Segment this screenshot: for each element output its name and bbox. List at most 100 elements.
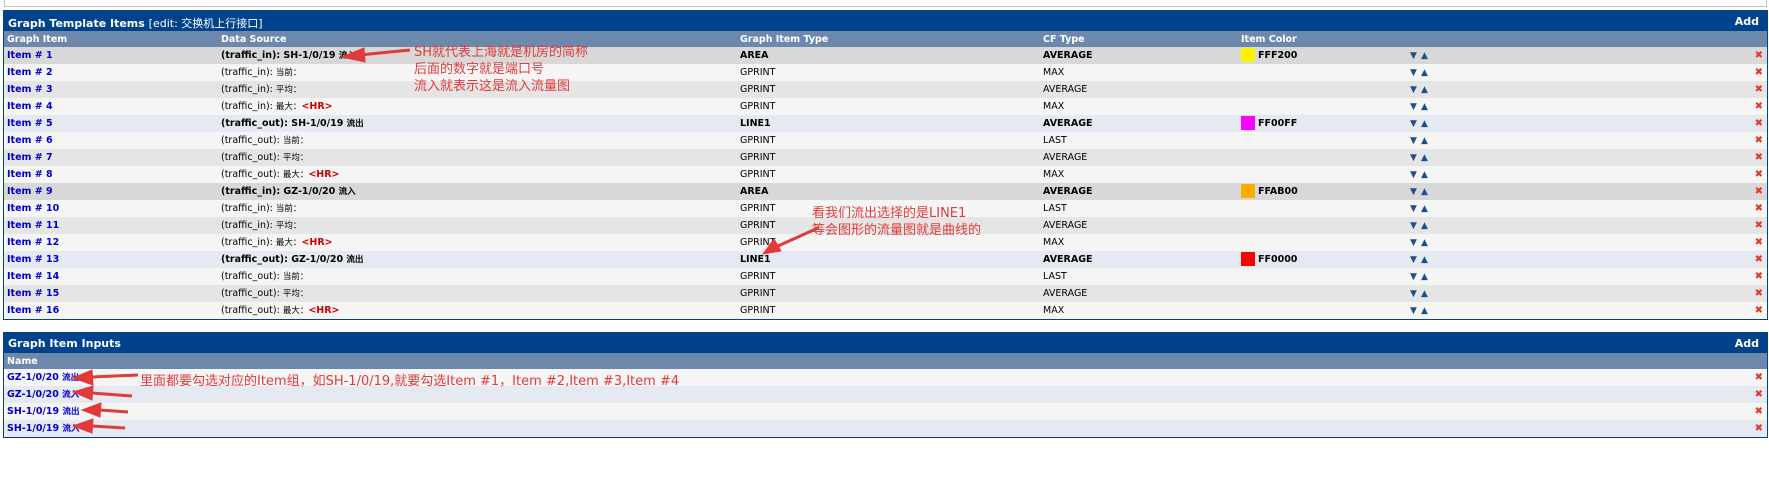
delete-x-icon[interactable]: ✖ (1755, 64, 1763, 81)
delete-x-icon[interactable]: ✖ (1755, 149, 1763, 166)
arrow-down-icon[interactable]: ▼ (1408, 184, 1419, 201)
delete-x-icon[interactable]: ✖ (1755, 200, 1763, 217)
arrow-down-icon[interactable]: ▼ (1408, 82, 1419, 99)
arrow-down-icon[interactable]: ▼ (1408, 65, 1419, 82)
data-source-suffix: 平均： (282, 289, 309, 299)
delete-x-icon[interactable]: ✖ (1755, 47, 1763, 64)
item-link[interactable]: Item # 4 (7, 98, 53, 115)
arrow-down-icon[interactable]: ▼ (1408, 150, 1419, 167)
arrow-down-icon[interactable]: ▼ (1408, 269, 1419, 286)
data-source: (traffic_in): 当前： (221, 200, 301, 218)
delete-x-icon[interactable]: ✖ (1755, 217, 1763, 234)
delete-x-icon[interactable]: ✖ (1755, 115, 1763, 132)
arrow-down-icon[interactable]: ▼ (1408, 48, 1419, 65)
arrow-down-icon[interactable]: ▼ (1408, 99, 1419, 116)
item-link[interactable]: Item # 9 (7, 183, 53, 200)
input-name-link[interactable]: GZ-1/0/20 流出 (7, 369, 79, 387)
data-source-suffix: 当前： (282, 136, 309, 146)
add-item-button[interactable]: Add (1735, 15, 1759, 28)
item-link[interactable]: Item # 12 (7, 234, 59, 251)
data-source: (traffic_out): GZ-1/0/20 流出 (221, 251, 363, 269)
arrow-up-icon[interactable]: ▲ (1419, 184, 1430, 201)
delete-x-icon[interactable]: ✖ (1755, 420, 1763, 437)
item-link[interactable]: Item # 7 (7, 149, 53, 166)
data-source-suffix: 最大： (282, 306, 309, 316)
items-table-body: Item # 1 (traffic_in): SH-1/0/19 流入 AREA AV… (4, 47, 1767, 319)
data-source: (traffic_out): SH-1/0/19 流出 (221, 115, 364, 133)
input-name: SH-1/0/19 (7, 406, 60, 417)
arrow-down-icon[interactable]: ▼ (1408, 252, 1419, 269)
arrow-up-icon[interactable]: ▲ (1419, 82, 1430, 99)
data-source-name: (traffic_out): (221, 305, 280, 316)
delete-x-icon[interactable]: ✖ (1755, 369, 1763, 386)
arrow-up-icon[interactable]: ▲ (1419, 133, 1430, 150)
delete-x-icon[interactable]: ✖ (1755, 251, 1763, 268)
arrow-up-icon[interactable]: ▲ (1419, 252, 1430, 269)
data-source-suffix: 流出 (346, 119, 364, 129)
arrow-up-icon[interactable]: ▲ (1419, 116, 1430, 133)
cf-type: MAX (1043, 237, 1065, 248)
delete-x-icon[interactable]: ✖ (1755, 403, 1763, 420)
arrow-down-icon[interactable]: ▼ (1408, 133, 1419, 150)
delete-x-icon[interactable]: ✖ (1755, 302, 1763, 319)
graph-item-type: GPRINT (740, 237, 776, 248)
arrow-up-icon[interactable]: ▲ (1419, 269, 1430, 286)
arrow-up-icon[interactable]: ▲ (1419, 65, 1430, 82)
graph-item-type: GPRINT (740, 305, 776, 316)
item-link[interactable]: Item # 16 (7, 302, 59, 319)
arrow-up-icon[interactable]: ▲ (1419, 286, 1430, 303)
item-link[interactable]: Item # 11 (7, 217, 59, 234)
arrow-down-icon[interactable]: ▼ (1408, 286, 1419, 303)
data-source: (traffic_out): 平均： (221, 149, 308, 167)
input-name-link[interactable]: SH-1/0/19 流入 (7, 420, 79, 438)
graph-item-type: GPRINT (740, 135, 776, 146)
arrow-up-icon[interactable]: ▲ (1419, 235, 1430, 252)
delete-x-icon[interactable]: ✖ (1755, 81, 1763, 98)
item-link[interactable]: Item # 13 (7, 251, 59, 268)
input-name-link[interactable]: GZ-1/0/20 流入 (7, 386, 79, 404)
item-link[interactable]: Item # 8 (7, 166, 53, 183)
arrow-up-icon[interactable]: ▲ (1419, 303, 1430, 320)
item-link[interactable]: Item # 10 (7, 200, 59, 217)
arrow-down-icon[interactable]: ▼ (1408, 235, 1419, 252)
add-input-button[interactable]: Add (1735, 337, 1759, 350)
table-row: Item # 8 (traffic_out): 最大：<HR> GPRINT MAX ▼… (4, 166, 1767, 183)
move-controls: ▼ ▲ (1408, 268, 1430, 286)
input-name-link[interactable]: SH-1/0/19 流出 (7, 403, 79, 421)
arrow-down-icon[interactable]: ▼ (1408, 303, 1419, 320)
item-link[interactable]: Item # 3 (7, 81, 53, 98)
arrow-up-icon[interactable]: ▲ (1419, 167, 1430, 184)
delete-x-icon[interactable]: ✖ (1755, 268, 1763, 285)
item-link[interactable]: Item # 5 (7, 115, 53, 132)
item-link[interactable]: Item # 1 (7, 47, 53, 64)
col-data-source: Data Source (221, 34, 287, 45)
arrow-up-icon[interactable]: ▲ (1419, 218, 1430, 235)
arrow-up-icon[interactable]: ▲ (1419, 48, 1430, 65)
color-hex: FFAB00 (1258, 186, 1298, 197)
delete-x-icon[interactable]: ✖ (1755, 183, 1763, 200)
col-name: Name (7, 356, 38, 367)
arrow-down-icon[interactable]: ▼ (1408, 167, 1419, 184)
move-controls: ▼ ▲ (1408, 200, 1430, 218)
item-link[interactable]: Item # 6 (7, 132, 53, 149)
arrow-up-icon[interactable]: ▲ (1419, 150, 1430, 167)
arrow-down-icon[interactable]: ▼ (1408, 201, 1419, 218)
hr-marker: <HR> (301, 237, 333, 248)
delete-x-icon[interactable]: ✖ (1755, 386, 1763, 403)
data-source-name: (traffic_in): SH-1/0/19 (221, 50, 336, 61)
delete-x-icon[interactable]: ✖ (1755, 234, 1763, 251)
delete-x-icon[interactable]: ✖ (1755, 132, 1763, 149)
delete-x-icon[interactable]: ✖ (1755, 98, 1763, 115)
move-controls: ▼ ▲ (1408, 149, 1430, 167)
delete-x-icon[interactable]: ✖ (1755, 166, 1763, 183)
data-source-name: (traffic_in): (221, 67, 273, 78)
item-link[interactable]: Item # 15 (7, 285, 59, 302)
color-swatch (1241, 252, 1255, 266)
arrow-down-icon[interactable]: ▼ (1408, 116, 1419, 133)
delete-x-icon[interactable]: ✖ (1755, 285, 1763, 302)
arrow-up-icon[interactable]: ▲ (1419, 201, 1430, 218)
arrow-up-icon[interactable]: ▲ (1419, 99, 1430, 116)
item-link[interactable]: Item # 14 (7, 268, 59, 285)
item-link[interactable]: Item # 2 (7, 64, 53, 81)
arrow-down-icon[interactable]: ▼ (1408, 218, 1419, 235)
